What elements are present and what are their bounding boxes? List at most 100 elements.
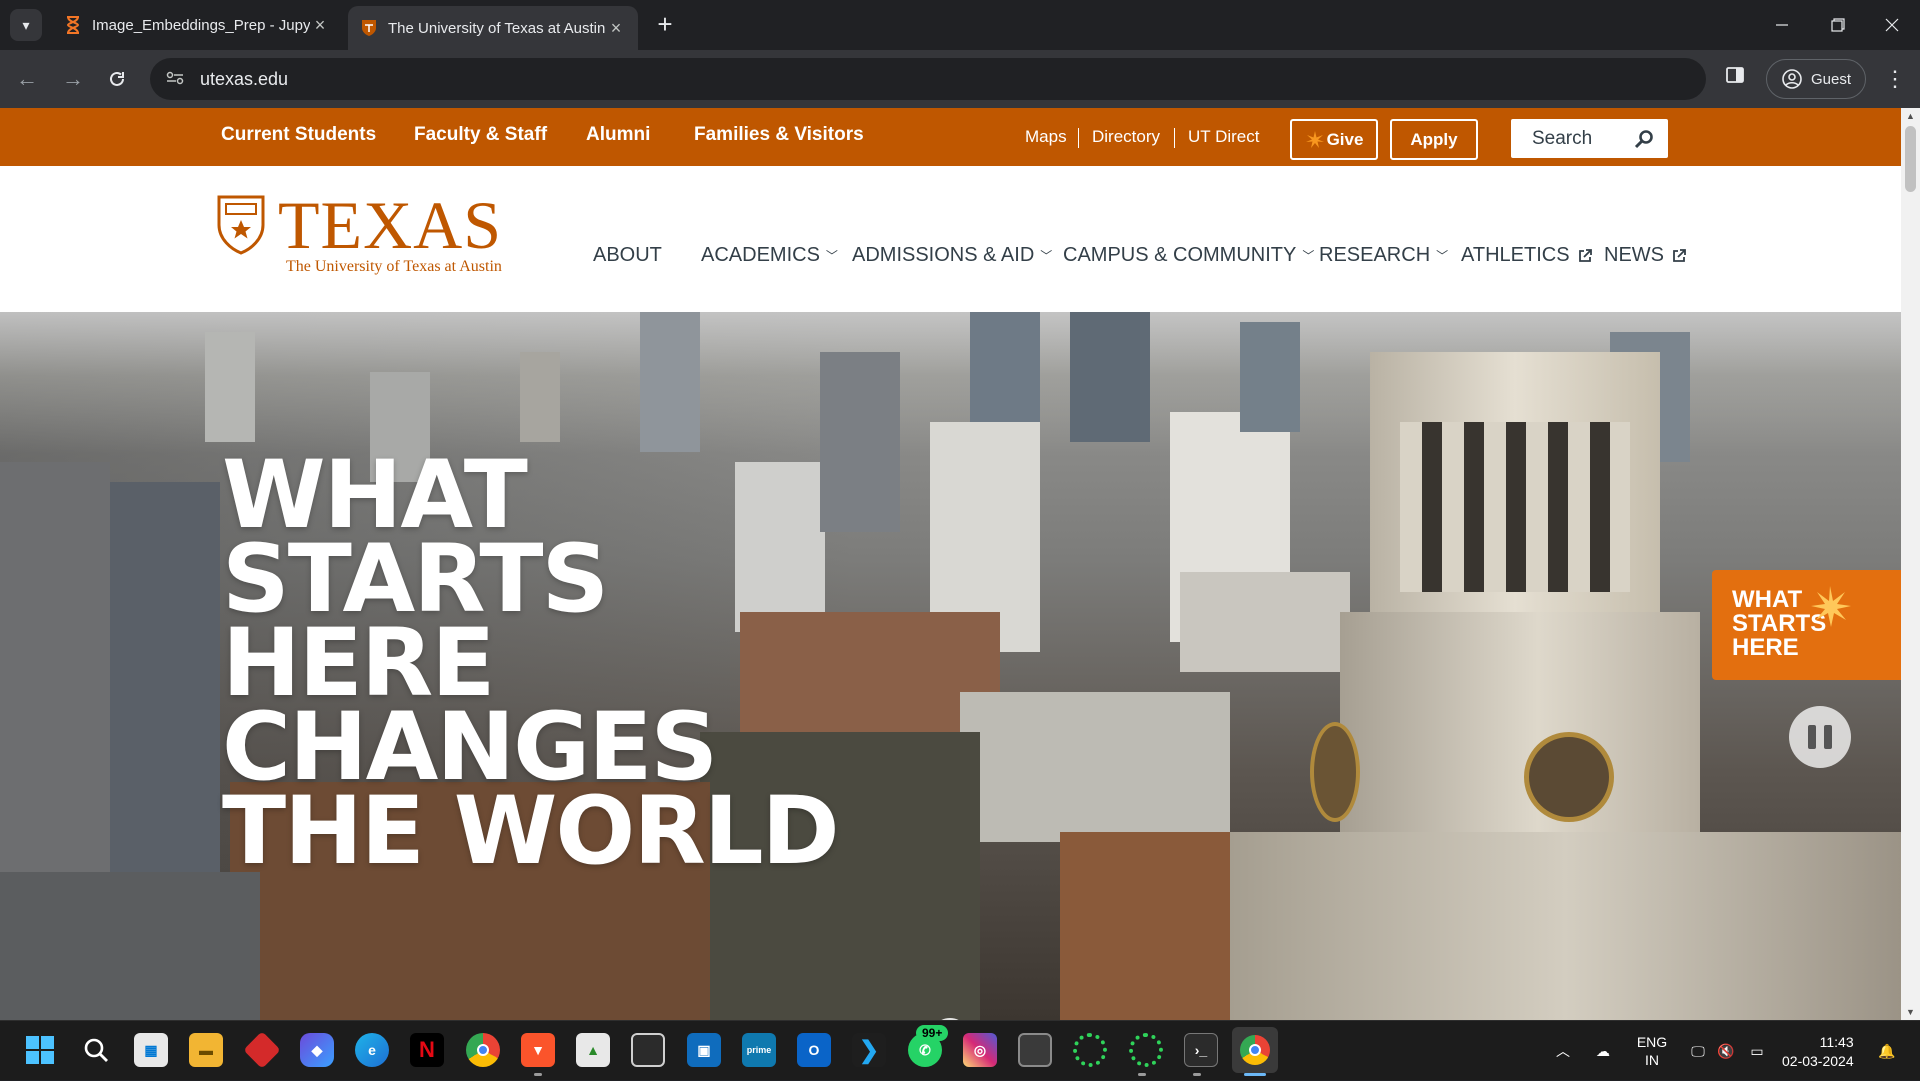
chrome-active-icon[interactable] — [1232, 1027, 1278, 1073]
network-icon[interactable]: 🖵 — [1684, 1021, 1712, 1081]
nav-current-students[interactable]: Current Students — [221, 124, 376, 146]
nav-athletics[interactable]: ATHLETICS — [1461, 244, 1592, 267]
city-building — [205, 332, 255, 442]
edge-icon[interactable]: e — [355, 1033, 389, 1067]
nav-news[interactable]: NEWS — [1604, 244, 1686, 267]
side-panel-icon — [1726, 67, 1744, 83]
scroll-down-arrow-icon[interactable]: ▼ — [1901, 1004, 1920, 1020]
longhorn-shield-icon — [360, 19, 378, 37]
netflix-icon[interactable]: N — [410, 1033, 444, 1067]
site-info-icon[interactable] — [166, 71, 186, 88]
tab-title: Image_Embeddings_Prep - Jupyter — [92, 16, 310, 34]
vscode-icon[interactable]: ❯ — [852, 1033, 886, 1067]
pause-icon — [1808, 725, 1816, 749]
search-icon[interactable] — [1634, 129, 1654, 149]
nav-label: RESEARCH — [1319, 244, 1431, 266]
starburst-icon — [1811, 586, 1851, 627]
nav-label: NEWS — [1604, 244, 1664, 266]
give-label: Give — [1326, 129, 1364, 149]
start-button[interactable] — [23, 1033, 57, 1067]
page-scrollbar[interactable]: ▲ ▼ — [1901, 108, 1920, 1020]
brave-icon[interactable]: ▼ — [521, 1033, 555, 1067]
window-app-icon[interactable] — [1018, 1033, 1052, 1067]
prime-video-icon[interactable]: prime — [742, 1033, 776, 1067]
chevron-down-icon: ▾ — [22, 16, 30, 33]
pause-video-button[interactable] — [1789, 706, 1851, 768]
nav-alumni[interactable]: Alumni — [586, 124, 650, 146]
minimize-icon — [1776, 24, 1788, 26]
notification-badge: 99+ — [916, 1025, 949, 1041]
file-explorer-icon[interactable]: ▬ — [189, 1033, 223, 1067]
nav-admissions-aid[interactable]: ADMISSIONS & AID ﹀ — [852, 244, 1052, 267]
hero-video: WHAT STARTS HERE CHANGES THE WORLD WHAT … — [0, 312, 1901, 1020]
browser-menu-button[interactable]: ⋮ — [1880, 64, 1910, 94]
photos-icon[interactable]: ▲ — [576, 1033, 610, 1067]
nav-families-visitors[interactable]: Families & Visitors — [694, 124, 864, 146]
hero-line: THE WORLD — [222, 777, 840, 886]
nav-research[interactable]: RESEARCH ﹀ — [1319, 244, 1448, 267]
city-building — [970, 312, 1040, 422]
back-button[interactable]: ← — [10, 62, 44, 96]
remote-desktop-icon[interactable]: ▣ — [687, 1033, 721, 1067]
close-icon[interactable]: × — [310, 15, 330, 36]
microsoft-store-icon[interactable]: ▦ — [134, 1033, 168, 1067]
link-ut-direct[interactable]: UT Direct — [1188, 127, 1259, 147]
chrome-icon[interactable] — [466, 1033, 500, 1067]
kebab-menu-icon: ⋮ — [1884, 66, 1906, 91]
nav-faculty-staff[interactable]: Faculty & Staff — [414, 124, 547, 146]
scroll-up-arrow-icon[interactable]: ▲ — [1901, 108, 1920, 124]
show-hidden-icons-button[interactable]: ︿ — [1548, 1021, 1578, 1081]
link-directory[interactable]: Directory — [1092, 127, 1160, 147]
forward-button[interactable]: → — [56, 62, 90, 96]
nav-about[interactable]: ABOUT — [593, 244, 662, 267]
address-bar[interactable]: utexas.edu — [150, 58, 1706, 100]
give-button[interactable]: Give — [1290, 119, 1378, 160]
volume-muted-icon[interactable]: 🔇 — [1712, 1021, 1740, 1081]
tab-search-button[interactable]: ▾ — [10, 9, 42, 41]
browser-toolbar: ← → utexas.edu Guest ⋮ — [0, 50, 1920, 108]
nav-academics[interactable]: ACADEMICS ﹀ — [701, 244, 838, 267]
restore-button[interactable] — [1810, 0, 1866, 50]
close-icon[interactable]: × — [606, 18, 626, 39]
campaign-badge[interactable]: WHAT STARTS HERE — [1712, 570, 1901, 680]
logo-subtitle: The University of Texas at Austin — [286, 258, 502, 275]
terminal-icon[interactable]: ›_ — [1184, 1033, 1218, 1067]
onedrive-icon[interactable]: ☁ — [1586, 1021, 1620, 1081]
ut-logo[interactable]: TEXAS The University of Texas at Austin — [216, 187, 503, 275]
apply-button[interactable]: Apply — [1390, 119, 1478, 160]
app-icon[interactable]: ◆ — [300, 1033, 334, 1067]
chevron-down-icon: ﹀ — [1040, 249, 1053, 263]
terminal-window-icon[interactable] — [631, 1033, 665, 1067]
system-clock[interactable]: 11:43 02-03-2024 — [1782, 1033, 1854, 1071]
link-maps[interactable]: Maps — [1025, 127, 1067, 147]
account-icon — [1782, 69, 1802, 89]
profile-button[interactable]: Guest — [1766, 59, 1866, 99]
close-window-button[interactable] — [1864, 0, 1920, 50]
chevron-down-icon: ﹀ — [1302, 249, 1315, 263]
minimize-button[interactable] — [1754, 0, 1810, 50]
loader-app-icon[interactable] — [1073, 1033, 1107, 1067]
scrollbar-thumb[interactable] — [1905, 126, 1916, 192]
loader-app-icon[interactable] — [1129, 1033, 1163, 1067]
campus-building — [0, 872, 260, 1020]
language-indicator[interactable]: ENG IN — [1630, 1021, 1674, 1081]
nav-label: CAMPUS & COMMUNITY — [1063, 244, 1297, 266]
logo-wordmark: TEXAS — [278, 187, 503, 263]
tab-utexas[interactable]: The University of Texas at Austin × — [348, 6, 638, 50]
reload-button[interactable] — [100, 62, 134, 96]
outlook-icon[interactable]: O — [797, 1033, 831, 1067]
browser-tab-strip: ▾ Image_Embeddings_Prep - Jupyter × The … — [0, 0, 1920, 50]
anydesk-icon[interactable] — [243, 1031, 281, 1069]
battery-icon[interactable]: ▭ — [1742, 1021, 1772, 1081]
nav-campus-community[interactable]: CAMPUS & COMMUNITY ﹀ — [1063, 244, 1314, 267]
restore-icon — [1831, 18, 1845, 32]
side-panel-button[interactable] — [1724, 64, 1754, 94]
notification-bell-icon[interactable]: 🔔 — [1872, 1021, 1902, 1081]
instagram-icon[interactable]: ◎ — [963, 1033, 997, 1067]
site-search-input[interactable]: Search — [1511, 119, 1668, 158]
apply-label: Apply — [1410, 129, 1458, 149]
tab-jupyter[interactable]: Image_Embeddings_Prep - Jupyter × — [52, 6, 342, 44]
new-tab-button[interactable]: + — [650, 10, 680, 40]
nav-label: ATHLETICS — [1461, 244, 1570, 266]
search-taskbar-button[interactable] — [79, 1033, 113, 1067]
